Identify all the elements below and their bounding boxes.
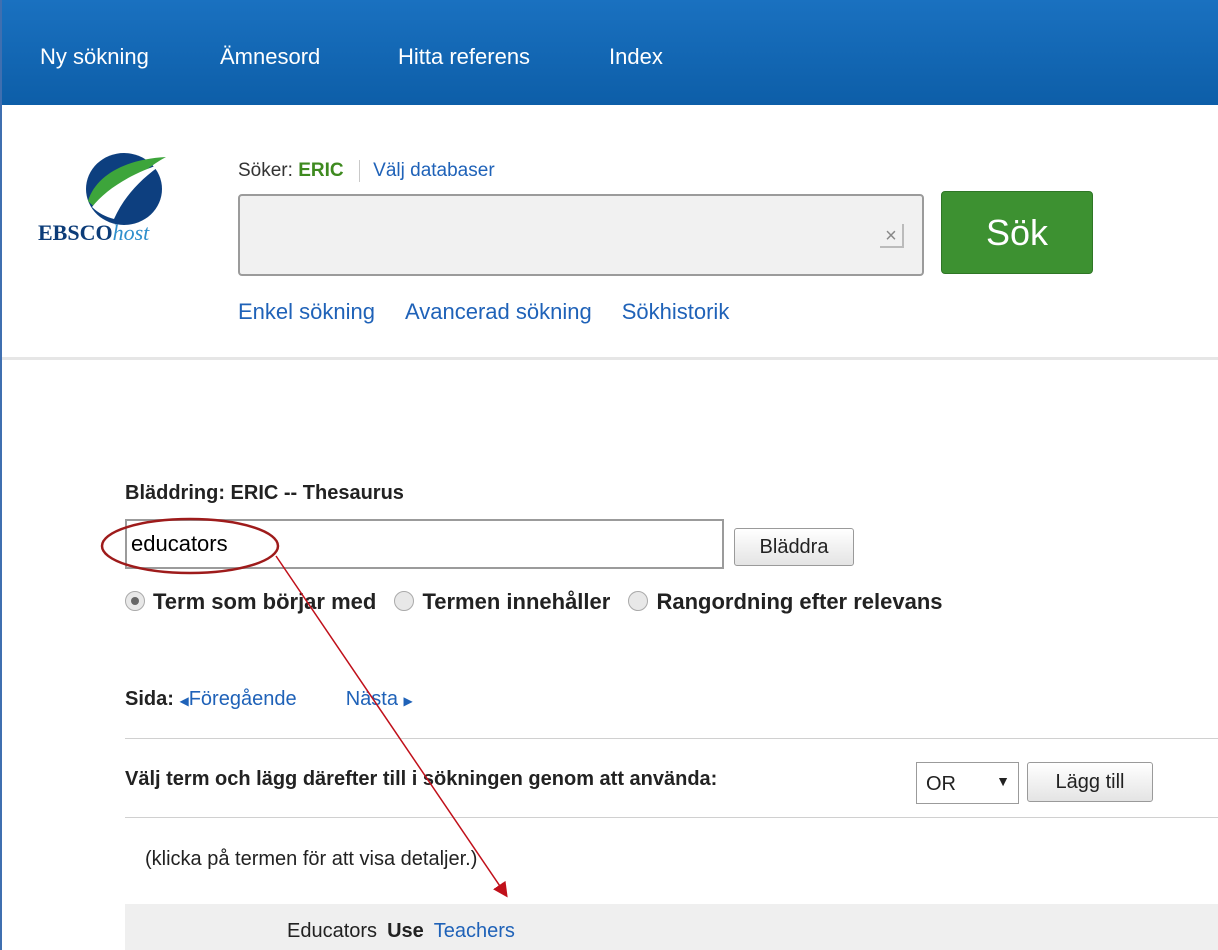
next-arrow-icon: ▶ [403,694,413,708]
top-nav: Ny sökning Ämnesord Hitta referens Index [0,0,1218,105]
nav-find-reference[interactable]: Hitta referens [398,44,530,70]
separator [358,160,360,182]
use-label: Use [387,920,424,942]
term-row: Educators Use Teachers [125,904,1218,950]
term-hint: (klicka på termen för att visa detaljer.… [145,848,478,870]
searching-label: Söker: [238,160,293,182]
browse-options: Term som börjar med Termen innehåller Ra… [125,588,955,615]
browse-title: Bläddring: ERIC -- Thesaurus [125,482,404,504]
operator-value: OR [926,773,956,795]
database-name: ERIC [298,160,344,182]
radio-empty-icon [394,591,415,612]
browse-input-box [125,519,724,569]
divider [125,817,1218,818]
basic-search-link[interactable]: Enkel sökning [238,299,375,324]
term-name: Educators [287,920,378,942]
add-button[interactable]: Lägg till [1027,762,1153,802]
dropdown-arrow-icon: ▼ [996,773,1010,789]
choose-term-text: Välj term och lägg därefter till i sökni… [125,768,718,790]
search-input[interactable] [250,216,860,256]
search-button[interactable]: Sök [941,191,1093,274]
radio-relevance[interactable]: Rangordning efter relevans [628,589,954,615]
radio-begins-with[interactable]: Term som börjar med [125,589,388,615]
use-term-link[interactable]: Teachers [434,920,515,942]
radio-contains[interactable]: Termen innehåller [394,589,622,615]
clear-icon[interactable]: × [880,224,904,248]
nav-new-search[interactable]: Ny sökning [40,44,149,70]
page-label: Sida: [125,688,174,710]
choose-databases-link[interactable]: Välj databaser [373,160,494,181]
operator-select[interactable]: OR ▼ [916,762,1019,804]
next-link[interactable]: Nästa [346,688,398,710]
divider [125,738,1218,739]
search-mode-links: Enkel sökning Avancerad sökning Sökhistori… [238,299,759,325]
radio-empty-icon [628,591,649,612]
browse-input[interactable] [127,521,722,567]
search-box: × [238,194,924,276]
pager: Sida: ◀Föregående Nästa ▶ [125,688,413,711]
search-header: EBSCOhost Söker: ERIC Välj databaser × S… [2,105,1218,360]
previous-link[interactable]: Föregående [189,688,297,710]
advanced-search-link[interactable]: Avancerad sökning [405,299,592,324]
searching-line: Söker: ERIC Välj databaser [238,160,495,182]
nav-index[interactable]: Index [609,44,663,70]
ebsco-logo-text: EBSCOhost [38,220,150,245]
search-history-link[interactable]: Sökhistorik [622,299,730,324]
radio-selected-icon [125,591,145,612]
nav-subjects[interactable]: Ämnesord [220,44,320,70]
browse-button[interactable]: Bläddra [734,528,854,566]
prev-arrow-icon: ◀ [179,694,189,708]
